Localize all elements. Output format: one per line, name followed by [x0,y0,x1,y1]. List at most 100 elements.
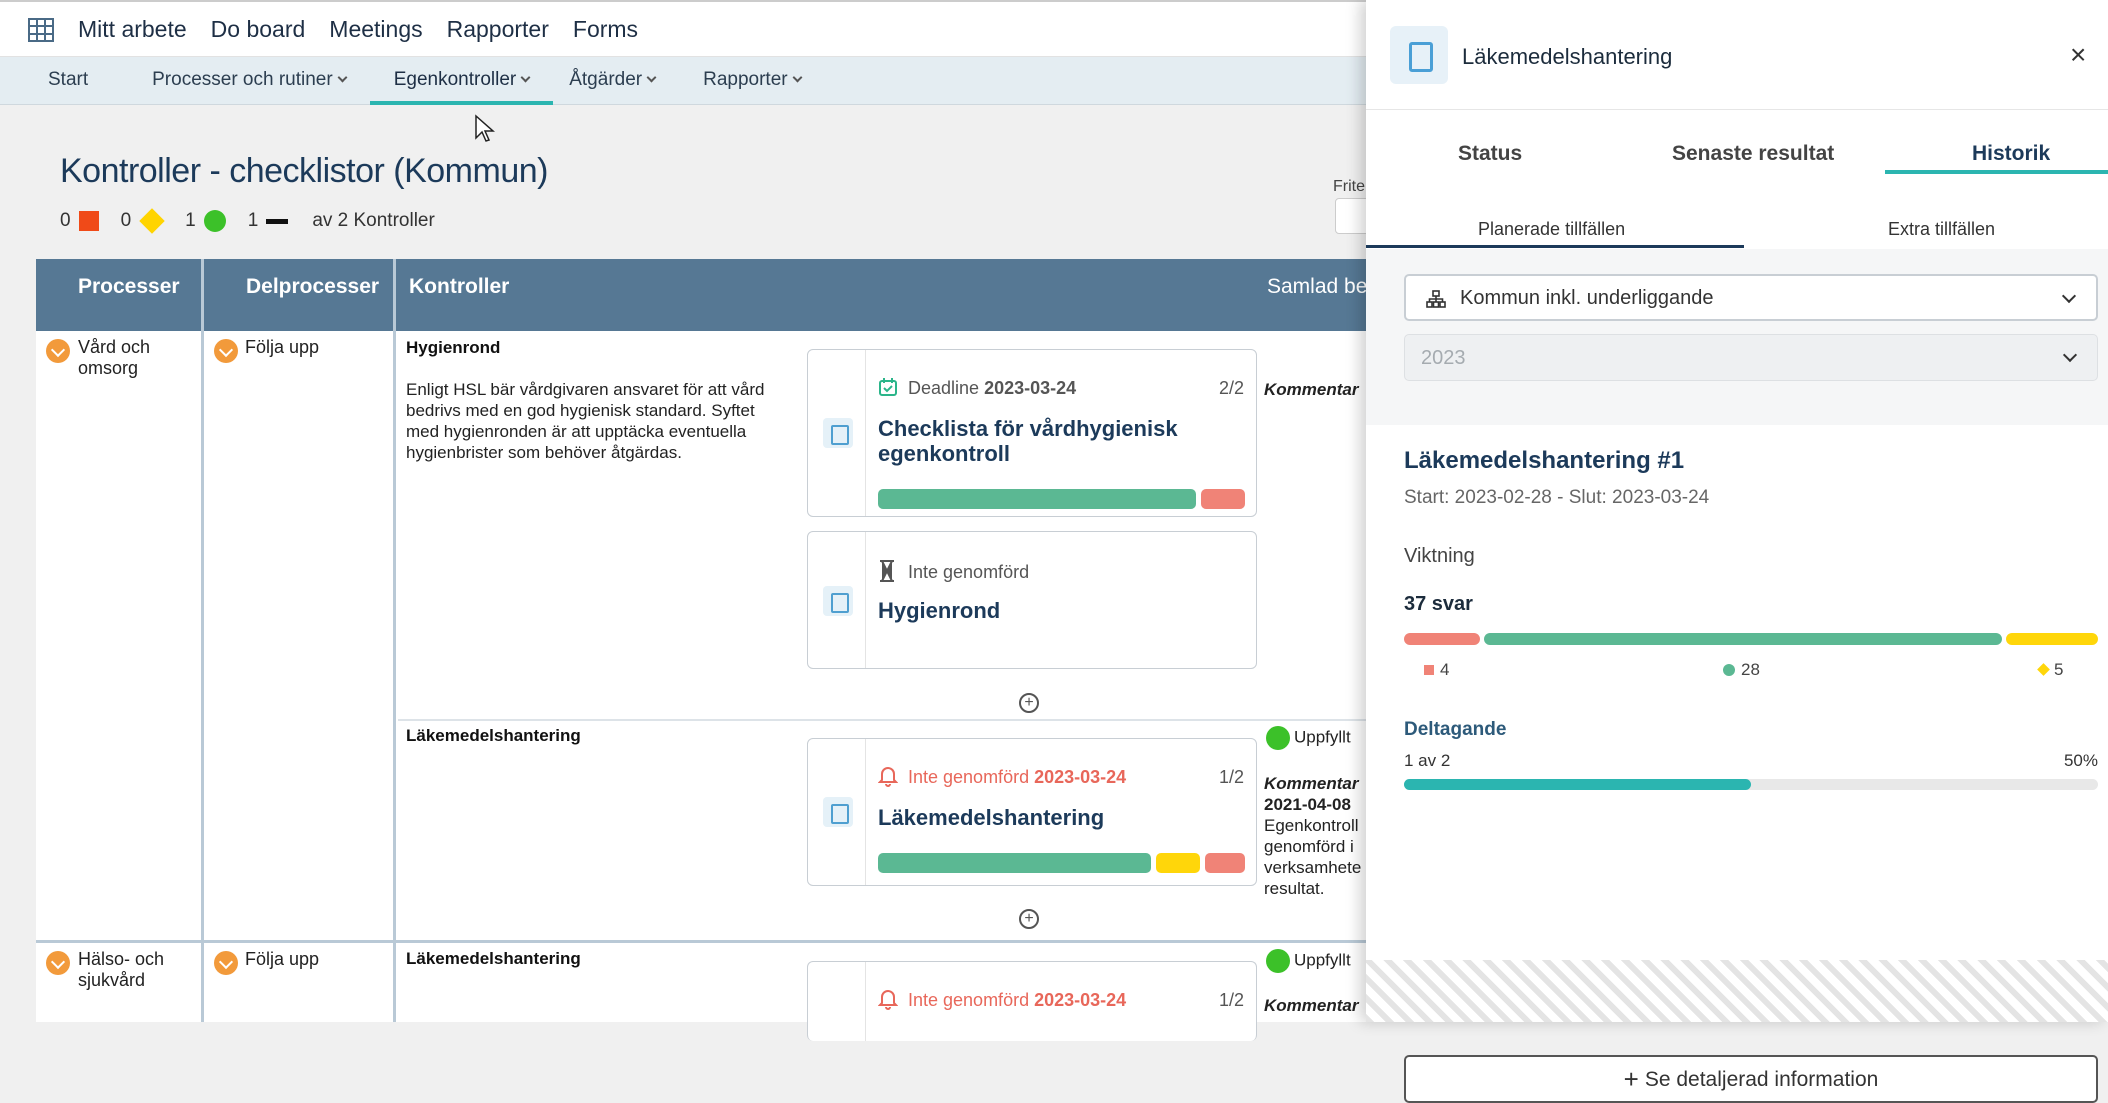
black-dash-icon [266,218,289,224]
history-title: Läkemedelshantering #1 [1404,447,1685,474]
result-bar-green [878,489,1196,509]
samlad-comment: Kommentar [1264,996,1359,1015]
chevron-down-icon [646,72,657,83]
card-status: Inte genomförd 2023-03-24 [908,990,1127,1010]
deltagande-progress-fill [1404,779,1751,790]
col-kontroller[interactable]: Kontroller [409,275,509,299]
subnav-atgarder[interactable]: Åtgärder [553,57,679,105]
topnav-rapporter[interactable]: Rapporter [447,16,549,43]
delprocess-name[interactable]: Följa upp [245,337,319,358]
card-name[interactable]: Hygienrond [878,598,1000,623]
result-bar-yellow [1156,853,1200,873]
count-green: 1 [185,210,196,231]
weight-bar-yellow [2006,633,2098,645]
green-circle-icon [1266,726,1290,750]
hatched-footer [1366,960,2108,1022]
control-title[interactable]: Läkemedelshantering [406,726,581,746]
calendar-icon [879,378,897,396]
process-icon [214,951,238,975]
show-details-button[interactable]: + Se detaljerad information [1404,1055,2098,1103]
deltagande-count: 1 av 2 [1404,751,1451,770]
org-select[interactable]: Kommun inkl. underliggande [1404,274,2098,321]
panel-header: Läkemedelshantering × [1366,0,2108,110]
topnav-meetings[interactable]: Meetings [329,16,422,43]
count-yellow: 0 [120,210,132,231]
page-title: Kontroller - checklistor (Kommun) [60,152,548,190]
active-tab-indicator [1885,170,2108,174]
fritext-label: Frite [1333,178,1365,195]
result-bar-red [1201,489,1245,509]
detail-panel: Läkemedelshantering × Status Senaste res… [1366,0,2108,1103]
subnav-processer[interactable]: Processer och rutiner [112,57,370,105]
checklist-card[interactable]: Inte genomförd 2023-03-24 1/2 [807,961,1257,1041]
control-title[interactable]: Hygienrond [406,338,500,358]
checklist-icon [823,797,853,827]
col-processer[interactable]: Processer [78,275,180,299]
count-suffix: av 2 Kontroller [312,210,435,231]
chevron-down-icon [520,72,531,83]
topnav-do-board[interactable]: Do board [211,16,306,43]
card-icon-column [820,532,866,668]
close-icon[interactable]: × [2070,41,2086,69]
topnav-forms[interactable]: Forms [573,16,638,43]
process-name[interactable]: Hälso- och sjukvård [78,949,188,991]
tab-status[interactable]: Status [1458,142,1522,166]
col-samlad[interactable]: Samlad be [1267,275,1367,299]
hierarchy-icon [1426,290,1446,308]
tab-historik[interactable]: Historik [1972,142,2050,166]
bell-icon [878,767,898,787]
result-bar-red [1205,853,1245,873]
deltagande-percent: 50% [2063,751,2098,770]
tab-senaste-resultat[interactable]: Senaste resultat [1672,142,1834,166]
subnav-rapporter[interactable]: Rapporter [679,57,825,105]
control-title[interactable]: Läkemedelshantering [406,949,581,969]
checklist-icon [823,586,853,616]
add-plus-icon[interactable]: + [1019,693,1039,713]
delprocess-name[interactable]: Följa upp [245,949,319,970]
mouse-cursor-icon [475,114,495,142]
samlad-status: Uppfyllt [1266,726,1351,750]
history-area: Planerade tillfällen Extra tillfällen Ko… [1366,177,2108,1103]
row-divider [398,719,1376,721]
deltagande-label: Deltagande [1404,719,1507,740]
legend-yellow: 5 [2037,659,2069,680]
chevron-down-icon [792,72,803,83]
card-fraction: 2/2 [1218,378,1244,398]
top-nav: Mitt arbete Do board Meetings Rapporter … [78,16,638,43]
card-name[interactable]: Checklista för vårdhygienisk egenkontrol… [878,416,1218,466]
year-select[interactable]: 2023 [1404,334,2098,381]
process-name[interactable]: Vård och omsorg [78,337,188,379]
checklist-card[interactable]: Inte genomförd Hygienrond [807,531,1257,669]
process-icon [46,339,70,363]
col-divider [393,259,396,1022]
card-fraction: 1/2 [1218,767,1244,787]
table-header: Processer Delprocesser Kontroller Samlad… [36,259,1376,331]
subtab-extra[interactable]: Extra tillfällen [1888,219,1995,240]
samlad-comment: Kommentar 2021-04-08 Egenkontroll genomf… [1264,774,1362,898]
add-plus-icon[interactable]: + [1019,909,1039,929]
checklist-card[interactable]: Inte genomförd 2023-03-24 1/2 Läkemedels… [807,738,1257,886]
year-select-value: 2023 [1421,347,1466,369]
hourglass-icon [880,560,894,582]
checklist-icon [1390,26,1448,84]
weight-bar-red [1404,633,1480,645]
checklist-card[interactable]: Deadline 2023-03-24 2/2 Checklista för v… [807,349,1257,517]
card-status: Deadline 2023-03-24 [908,378,1077,398]
subnav-egenkontroller[interactable]: Egenkontroller [369,57,554,105]
green-circle-icon [1723,663,1735,676]
subtab-planerade[interactable]: Planerade tillfällen [1478,219,1625,240]
checklist-icon [823,418,853,448]
subnav-start[interactable]: Start [0,57,112,105]
topnav-mitt-arbete[interactable]: Mitt arbete [78,16,187,43]
panel-tabs: Status Senaste resultat Historik [1366,130,2108,177]
status-counts: 0 0 1 1 av 2 Kontroller [60,208,435,234]
legend-green: 28 [1723,659,1766,680]
green-circle-icon [203,210,226,232]
app-grid-icon[interactable] [28,18,54,42]
samlad-status: Uppfyllt [1266,949,1351,973]
chevron-down-icon [337,72,348,83]
col-delprocesser[interactable]: Delprocesser [246,275,379,299]
count-black: 1 [247,210,259,231]
samlad-kommentar: Kommentar [1264,380,1359,399]
card-name[interactable]: Läkemedelshantering [878,805,1104,830]
